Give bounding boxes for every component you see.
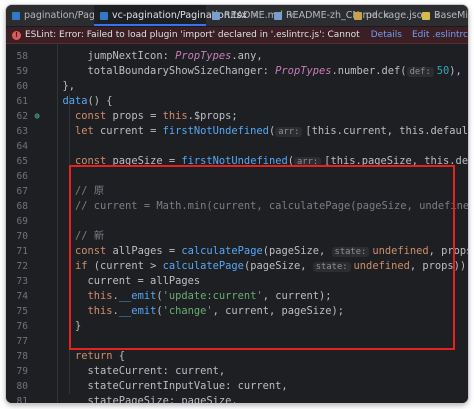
line-number: 67 — [16, 186, 28, 197]
code-token: PropTypes — [275, 65, 332, 77]
code-editor[interactable]: 58 59 60 61 62 63 64 65 66 67 68 69 70 71 72 73 74 75 76 77… — [6, 44, 468, 403]
typescript-file-icon — [100, 11, 108, 20]
code-token: totalBoundaryShowSizeChanger: — [87, 65, 276, 77]
code-token: const — [75, 110, 113, 122]
code-line[interactable]: }, — [63, 79, 76, 94]
code-token: { — [118, 350, 126, 362]
typescript-file-icon — [12, 11, 20, 20]
code-token: data — [62, 95, 88, 107]
line-number: 73 — [16, 276, 28, 287]
line-number: 62 — [16, 111, 28, 122]
tab-4[interactable]: README-zh_CN.md × — [268, 5, 390, 26]
details-link[interactable]: Details — [371, 30, 402, 40]
line-number: 69 — [16, 216, 28, 227]
code-token: this — [162, 110, 188, 122]
code-token: .any, — [231, 50, 263, 62]
code-line[interactable]: let current = firstNotUndefined(arr: [thi… — [75, 124, 468, 139]
line-number: 64 — [16, 141, 28, 152]
code-token: current = — [100, 125, 163, 137]
code-token: 50 — [436, 65, 450, 77]
tab-1[interactable]: pagination/Pagination.tsx× — [6, 5, 157, 26]
code-line[interactable]: stateCurrentInputValue: current, — [88, 379, 288, 394]
code-token: props = — [112, 110, 163, 122]
line-number: 75 — [16, 306, 28, 317]
json-file-icon — [354, 11, 362, 20]
line-number: 59 — [16, 66, 28, 77]
tab-3[interactable]: README.md × — [206, 5, 295, 26]
line-number: 74 — [16, 291, 28, 302]
parameter-hint: def: — [406, 67, 434, 77]
editor-window: pagination/Pagination.tsx×vc-pagination/… — [6, 5, 468, 403]
implementation-marker-icon[interactable]: ◍ — [32, 111, 42, 121]
code-token: }, — [62, 80, 76, 92]
tab-6[interactable]: BaseMixin.js — [416, 5, 468, 26]
code-token: firstNotUndefined — [162, 125, 269, 137]
code-token: jumpNextIcon: — [87, 50, 176, 62]
code-token: () { — [87, 95, 113, 107]
line-number: 81 — [16, 396, 28, 403]
tab-5[interactable]: package.json × — [348, 5, 441, 26]
code-token: .number.def( — [331, 65, 407, 77]
line-number: 80 — [16, 381, 28, 392]
code-line[interactable]: const props = this.$props; — [75, 109, 238, 124]
error-icon: ! — [12, 30, 21, 40]
line-number: 72 — [16, 261, 28, 272]
edit-eslintrc-link[interactable]: Edit .eslintrc — [412, 30, 468, 40]
line-number: 66 — [16, 171, 28, 182]
line-number: 68 — [16, 201, 28, 212]
line-number: 71 — [16, 246, 28, 257]
parameter-hint: arr: — [275, 127, 303, 137]
line-number-gutter: 58 59 60 61 62 63 64 65 66 67 68 69 70 71 72 73 74 75 76 77… — [6, 44, 40, 403]
code-token: .$props; — [187, 110, 238, 122]
code-token: let — [75, 125, 101, 137]
markdown-file-icon — [212, 11, 220, 20]
line-number: 79 — [16, 366, 28, 377]
line-number: 65 — [16, 156, 28, 167]
line-number: 58 — [16, 51, 28, 62]
highlight-box — [69, 165, 455, 350]
line-number: 77 — [16, 336, 28, 347]
code-line[interactable]: return { — [75, 349, 125, 364]
code-token: stateCurrent: current, — [87, 365, 226, 377]
line-number: 63 — [16, 126, 28, 137]
code-line[interactable]: jumpNextIcon: PropTypes.any, — [88, 49, 263, 64]
line-number: 78 — [16, 351, 28, 362]
code-token: ), — [449, 65, 462, 77]
eslint-error-message: ESLint: Error: Failed to load plugin 'im… — [25, 30, 361, 40]
eslint-error-banner: ! ESLint: Error: Failed to load plugin '… — [6, 27, 468, 44]
markdown-file-icon — [274, 11, 282, 20]
line-number: 76 — [16, 321, 28, 332]
code-line[interactable]: statePageSize: pageSize, — [88, 394, 238, 403]
line-number: 60 — [16, 81, 28, 92]
tab-label: BaseMixin.js — [434, 10, 468, 21]
tab-2[interactable]: vc-pagination/Pagination.tsx × — [94, 5, 260, 26]
code-line[interactable]: totalBoundaryShowSizeChanger: PropTypes.… — [88, 64, 462, 79]
editor-tab-bar: pagination/Pagination.tsx×vc-pagination/… — [6, 5, 468, 27]
code-token: return — [75, 350, 119, 362]
code-token: stateCurrentInputValue: current, — [87, 380, 288, 392]
line-number: 61 — [16, 96, 28, 107]
code-token: statePageSize: pageSize, — [87, 395, 238, 403]
javascript-file-icon — [422, 11, 430, 20]
code-token: PropTypes — [175, 50, 232, 62]
code-token: [this.current, this.defaultCurrent]); — [305, 125, 468, 137]
code-line[interactable]: data() { — [63, 94, 113, 109]
line-number: 70 — [16, 231, 28, 242]
code-line[interactable]: stateCurrent: current, — [88, 364, 226, 379]
